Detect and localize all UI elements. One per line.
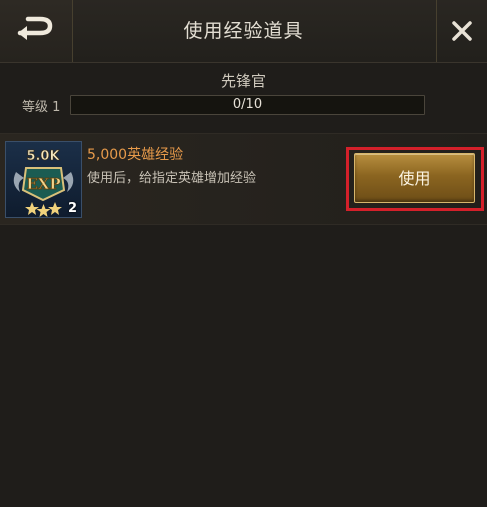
rank-name: 先锋官 bbox=[220, 72, 266, 90]
item-count: 2 bbox=[67, 201, 77, 216]
exp-item-icon: 5.0K EXP 2 bbox=[5, 141, 82, 218]
exp-badge-text: EXP bbox=[26, 175, 60, 193]
item-name: 5,000英雄经验 bbox=[87, 147, 184, 163]
exp-progress-text: 0/10 bbox=[232, 97, 263, 112]
exp-progress-bar: 0/10 bbox=[70, 95, 425, 115]
page-title: 使用经验道具 bbox=[183, 20, 304, 42]
back-arrow-icon bbox=[17, 16, 53, 40]
back-button[interactable] bbox=[0, 0, 73, 62]
close-button[interactable] bbox=[436, 0, 487, 62]
close-icon bbox=[452, 21, 472, 41]
use-button[interactable]: 使用 bbox=[354, 153, 475, 203]
level-label: 等级 1 bbox=[22, 100, 61, 115]
item-description: 使用后，给指定英雄增加经验 bbox=[87, 171, 257, 186]
exp-badge-value: 5.0K bbox=[26, 149, 60, 164]
header-bar: 使用经验道具 bbox=[0, 0, 487, 63]
